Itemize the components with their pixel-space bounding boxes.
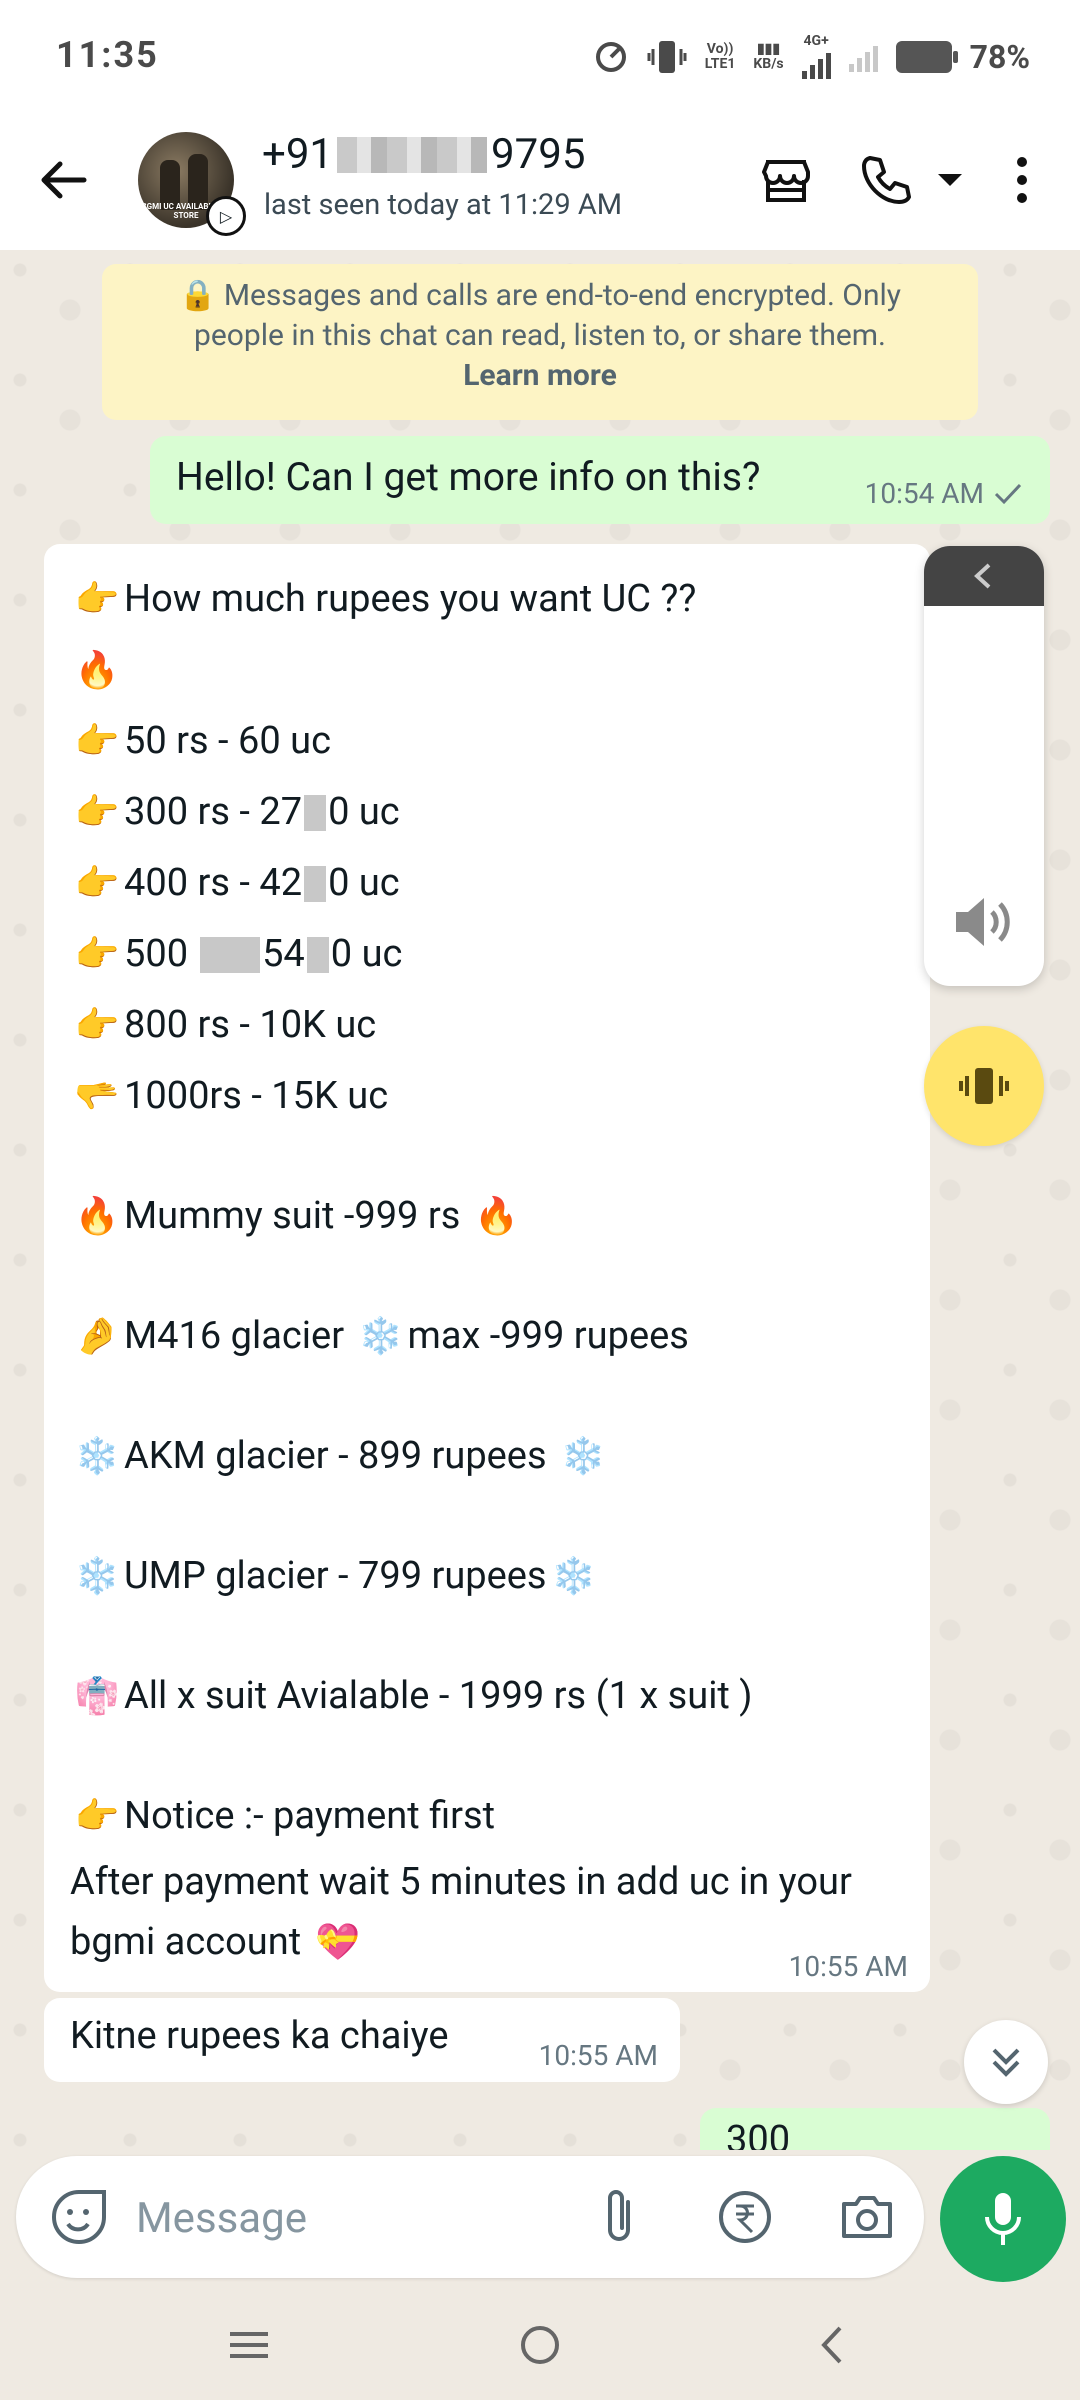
message-line: 🔥 Mummy suit -999 rs 🔥	[74, 1194, 520, 1238]
message-line: 🤌 M416 glacier ❄️ max -999 rupees	[74, 1314, 689, 1358]
chat-header: BGMI UC AVAILABLE ON STORE ▷ +91 9795 la…	[0, 110, 1080, 250]
rupee-payment-icon[interactable]	[712, 2184, 778, 2250]
vibrate-mode-button[interactable]	[924, 1026, 1044, 1146]
voice-message-button[interactable]	[940, 2156, 1066, 2282]
status-bar: 11:35 Vo)) LTE1 ▮▮▮ KB/s 4G+ 78%	[0, 0, 1080, 110]
double-chevron-down-icon	[992, 2048, 1020, 2077]
volume-expand-button[interactable]	[924, 546, 1044, 606]
message-line: After payment wait 5 minutes in add uc i…	[70, 1860, 852, 1964]
sent-check-icon	[994, 483, 1022, 504]
speed-indicator: ▮▮▮ KB/s	[753, 40, 784, 72]
back-nav-icon[interactable]	[808, 2320, 858, 2370]
store-icon[interactable]	[756, 150, 816, 210]
message-line: 👘 All x suit Avialable - 1999 rs (1 x sui…	[74, 1674, 753, 1718]
contact-name[interactable]: +91 9795	[262, 130, 585, 179]
vibrate-icon	[959, 1068, 1009, 1104]
redacted-number	[337, 136, 488, 173]
outgoing-message-partial[interactable]: 300	[700, 2108, 1050, 2150]
speaker-icon	[956, 898, 1010, 946]
back-arrow-icon[interactable]	[36, 152, 92, 208]
home-icon[interactable]	[515, 2320, 565, 2370]
message-time: 10:55 AM	[788, 1950, 908, 1983]
message-line: 👉 How much rupees you want UC ??	[74, 577, 697, 621]
signal-bars-2-icon	[848, 42, 878, 72]
message-line: 👉 800 rs - 10K uc	[74, 1003, 377, 1047]
status-icons: Vo)) LTE1 ▮▮▮ KB/s 4G+ 78%	[593, 34, 1030, 79]
data-saver-icon	[595, 41, 626, 72]
message-line: 👉 500 54 0 uc	[74, 932, 403, 976]
last-seen: last seen today at 11:29 AM	[264, 188, 623, 222]
clock: 11:35	[56, 34, 159, 76]
encryption-notice[interactable]: 🔒 Messages and calls are end-to-end encr…	[102, 264, 978, 420]
message-line: ❄️ UMP glacier - 799 rupees ❄️	[74, 1554, 596, 1598]
more-options-icon[interactable]	[1000, 150, 1044, 210]
outgoing-message[interactable]: Hello! Can I get more info on this? 10:5…	[150, 436, 1050, 524]
sticker-icon[interactable]	[46, 2184, 112, 2250]
message-line: 👉 300 rs - 27 0 uc	[74, 790, 400, 834]
message-line: 👉 50 rs - 60 uc	[74, 719, 331, 763]
lock-icon: 🔒	[179, 278, 217, 313]
learn-more-link[interactable]: Learn more	[463, 358, 617, 393]
message-line: 👉 400 rs - 42 0 uc	[74, 861, 400, 905]
message-line: ❄️ AKM glacier - 899 rupees ❄️	[74, 1434, 606, 1478]
signal-bars-icon	[801, 49, 831, 79]
message-input[interactable]: Message	[136, 2194, 307, 2243]
message-line: 👉 Notice :- payment first	[74, 1794, 496, 1838]
battery-icon	[895, 40, 958, 73]
chevron-down-icon[interactable]	[930, 150, 970, 210]
chevron-left-icon	[974, 563, 991, 589]
volume-panel[interactable]	[924, 546, 1044, 986]
incoming-message[interactable]: 👉 How much rupees you want UC ?? 🔥 👉 50 rs…	[44, 544, 930, 1992]
phone-icon[interactable]	[856, 150, 916, 210]
camera-icon[interactable]	[834, 2184, 900, 2250]
input-bar: Message	[0, 2150, 1080, 2290]
status-play-icon[interactable]: ▷	[206, 196, 246, 236]
incoming-message[interactable]: Kitne rupees ka chaiye 10:55 AM	[44, 1998, 680, 2082]
message-line: 🫳 1000rs - 15K uc	[74, 1074, 389, 1118]
message-time: 10:55 AM	[538, 2039, 658, 2072]
system-nav-bar	[0, 2290, 1080, 2400]
attach-icon[interactable]	[588, 2184, 654, 2250]
message-line: 🔥	[74, 650, 120, 691]
battery-percent: 78%	[969, 37, 1030, 76]
microphone-icon	[985, 2193, 1021, 2245]
scroll-to-bottom-button[interactable]	[964, 2020, 1048, 2104]
message-field-container[interactable]: Message	[16, 2156, 924, 2278]
chat-area[interactable]: 🔒 Messages and calls are end-to-end encr…	[0, 250, 1080, 2150]
recent-apps-icon[interactable]	[224, 2320, 274, 2370]
vibrate-icon	[647, 40, 687, 73]
volte-indicator: Vo)) LTE1	[704, 40, 736, 72]
signal-4g: 4G+	[801, 34, 831, 79]
